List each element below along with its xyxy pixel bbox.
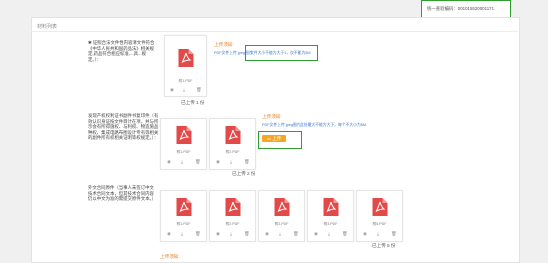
pdf-file-icon	[225, 126, 240, 144]
panel-title: 材料列表	[37, 24, 58, 30]
file-name: 附1.PDF	[176, 222, 191, 226]
upload-button-label: 上传	[272, 136, 282, 141]
file-name: 附1.PDF	[178, 79, 193, 83]
file-name: 附4.PDF	[323, 222, 338, 226]
record-id-value: 001015520001171	[457, 6, 495, 11]
trash-icon[interactable]: 🗑	[342, 231, 348, 237]
file-card[interactable]: 附2.PDF ◉ ⤓ 🗑	[209, 118, 256, 170]
file-requirement-prefix: PDF文件上传 jpeg图片	[262, 123, 301, 127]
file-name: 附5.PDF	[372, 222, 387, 226]
trash-icon[interactable]: 🗑	[195, 159, 201, 165]
trash-icon[interactable]: 🗑	[244, 231, 250, 237]
eye-icon[interactable]: ◉	[363, 231, 367, 237]
pdf-file-icon	[323, 198, 338, 216]
download-icon[interactable]: ⤓	[183, 87, 185, 93]
upload-count: 已上传 5 份	[372, 243, 396, 248]
trash-icon[interactable]: 🗑	[195, 231, 201, 237]
file-card[interactable]: 附1.PDF ◉ ⤓ 🗑	[164, 35, 207, 97]
trash-icon[interactable]: 🗑	[293, 231, 299, 237]
upload-tip: 上传须知:	[214, 42, 234, 47]
record-id: 统一查验编码：001015520001171	[427, 6, 494, 12]
trash-icon[interactable]: 🗑	[196, 87, 202, 93]
panel-divider	[31, 31, 518, 32]
download-icon[interactable]: ⤓	[328, 231, 330, 237]
upload-button[interactable]: ▭ 上传	[262, 135, 286, 142]
upload-count: 已上传 1 份	[181, 100, 205, 105]
pdf-file-icon	[372, 198, 387, 216]
download-icon[interactable]: ⤓	[377, 231, 379, 237]
eye-icon[interactable]: ◉	[216, 231, 220, 237]
eye-icon[interactable]: ◉	[265, 231, 269, 237]
pdf-file-icon	[274, 198, 289, 216]
file-card[interactable]: 附5.PDF ◉ ⤓ 🗑	[356, 190, 403, 242]
section-3-label: 外文合同原件（当事人未签订中文技术合同文本，但其技术合同内容仍以中文为准的需提交…	[88, 185, 157, 202]
file-name: 附2.PDF	[225, 150, 240, 154]
record-id-label: 统一查验编码：	[427, 6, 458, 11]
upload-tip: 上传须知:	[160, 254, 180, 259]
file-card[interactable]: 附1.PDF ◉ ⤓ 🗑	[160, 190, 207, 242]
file-card[interactable]: 附4.PDF ◉ ⤓ 🗑	[307, 190, 354, 242]
download-icon[interactable]: ⤓	[230, 159, 232, 165]
file-card[interactable]: 附3.PDF ◉ ⤓ 🗑	[258, 190, 305, 242]
upload-tip: 上传须知:	[262, 114, 282, 119]
download-icon[interactable]: ⤓	[181, 159, 183, 165]
eye-icon[interactable]: ◉	[216, 159, 220, 165]
file-card[interactable]: 附2.PDF ◉ ⤓ 🗑	[209, 190, 256, 242]
file-name: 附2.PDF	[225, 222, 240, 226]
eye-icon[interactable]: ◉	[167, 159, 171, 165]
file-card[interactable]: 附1.PDF ◉ ⤓ 🗑	[160, 118, 207, 170]
section-1-label: ✱ 证照合法文件性内容清文件符合《中华人民共和国药品法》相关规定,药品符合相应标…	[88, 40, 155, 62]
eye-icon[interactable]: ◉	[314, 231, 318, 237]
folder-icon: ▭	[266, 136, 272, 141]
eye-icon[interactable]: ◉	[167, 231, 171, 237]
trash-icon[interactable]: 🗑	[244, 159, 250, 165]
pdf-file-icon	[225, 198, 240, 216]
file-requirement: 此处最大不能为大于，每个不大小为5M	[300, 123, 367, 127]
download-icon[interactable]: ⤓	[230, 231, 232, 237]
file-name: 附1.PDF	[176, 150, 191, 154]
download-icon[interactable]: ⤓	[181, 231, 183, 237]
file-name: 附3.PDF	[274, 222, 289, 226]
trash-icon[interactable]: 🗑	[391, 231, 397, 237]
pdf-file-icon	[176, 126, 191, 144]
file-requirement: 文件大小不能为大于1，仅不能为5M	[250, 51, 311, 55]
eye-icon[interactable]: ◉	[170, 87, 174, 93]
download-icon[interactable]: ⤓	[279, 231, 281, 237]
pdf-file-icon	[176, 198, 191, 216]
section-2-label: 发现产权权利证书副件书复印件（有效认识身证按文件目计在项，并与所示会有所得施权、…	[88, 113, 159, 141]
pdf-file-icon	[178, 49, 193, 67]
upload-count: 已上传 2 份	[232, 171, 256, 176]
